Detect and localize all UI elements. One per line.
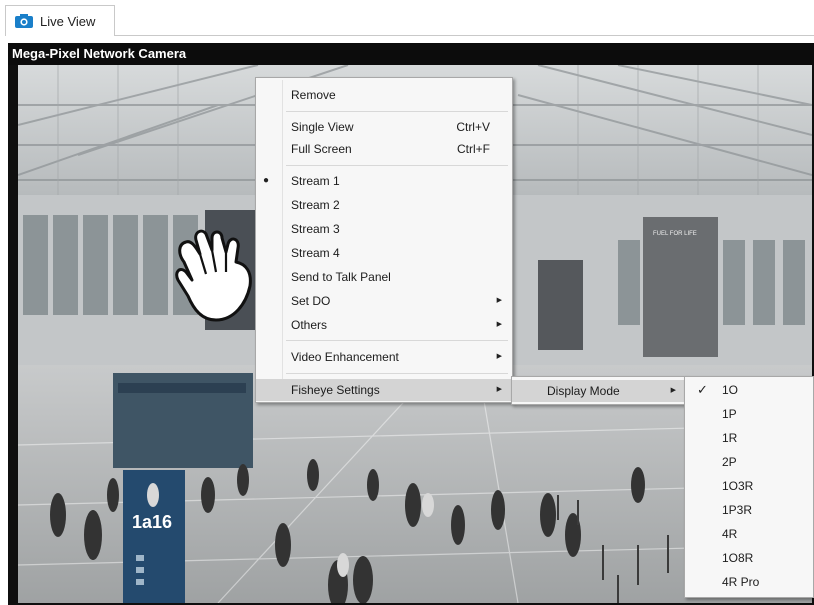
menu-item-label: Set DO	[291, 294, 331, 308]
radio-bullet-icon: ●	[263, 175, 270, 186]
menu-item-label: 1R	[722, 431, 738, 445]
menu-item-single-view[interactable]: Single View Ctrl+V	[256, 116, 512, 138]
menu-item-label: Stream 1	[291, 174, 340, 188]
menu-item-others[interactable]: Others ▶	[256, 314, 512, 336]
banner-text: FUEL FOR LIFE	[653, 231, 697, 237]
menu-item-fisheye-settings[interactable]: Fisheye Settings ▶	[256, 379, 512, 401]
menu-item-label: 1O	[722, 383, 739, 397]
menu-item-set-do[interactable]: Set DO ▶	[256, 290, 512, 312]
menu-separator	[286, 165, 508, 166]
tab-baseline	[115, 35, 814, 36]
menu-item-label: 1P3R	[722, 503, 753, 517]
display-mode-option-1p[interactable]: 1P	[685, 403, 813, 425]
menu-item-label: Stream 3	[291, 222, 340, 236]
display-mode-option-1p3r[interactable]: 1P3R	[685, 499, 813, 521]
menu-item-label: Send to Talk Panel	[291, 270, 391, 284]
menu-item-remove[interactable]: Remove	[256, 84, 512, 106]
submenu-arrow-icon: ▶	[496, 297, 502, 304]
menu-item-label: Stream 2	[291, 198, 340, 212]
fisheye-submenu: Display Mode ▶	[511, 376, 687, 405]
context-menu: Remove Single View Ctrl+V Full Screen Ct…	[255, 77, 513, 403]
menu-item-stream-3[interactable]: Stream 3	[256, 218, 512, 240]
menu-item-label: Stream 4	[291, 246, 340, 260]
menu-item-label: 1O8R	[722, 551, 754, 565]
display-mode-option-4r[interactable]: 4R	[685, 523, 813, 545]
menu-item-shortcut: Ctrl+F	[457, 142, 490, 156]
menu-item-label: 2P	[722, 455, 737, 469]
display-mode-submenu: ✓ 1O 1P 1R 2P 1O3R 1P3R 4R 1O8R 4R Pro	[684, 376, 814, 598]
menu-item-send-to-talk-panel[interactable]: Send to Talk Panel	[256, 266, 512, 288]
menu-item-label: 1P	[722, 407, 737, 421]
submenu-arrow-icon: ▶	[496, 353, 502, 360]
tab-live-view[interactable]: Live View	[5, 5, 115, 36]
menu-item-label: 1O3R	[722, 479, 754, 493]
menu-item-label: 4R	[722, 527, 738, 541]
menu-item-label: Single View	[291, 120, 354, 134]
gate-sign-text: 1a16	[132, 512, 172, 532]
menu-item-label: Display Mode	[547, 384, 620, 398]
display-mode-option-1o3r[interactable]: 1O3R	[685, 475, 813, 497]
menu-item-label: Fisheye Settings	[291, 383, 380, 397]
menu-separator	[286, 111, 508, 112]
tab-strip: Live View	[0, 0, 814, 37]
checkmark-icon: ✓	[697, 382, 708, 397]
menu-item-full-screen[interactable]: Full Screen Ctrl+F	[256, 138, 512, 160]
tab-label: Live View	[40, 13, 96, 29]
menu-separator	[286, 373, 508, 374]
menu-item-display-mode[interactable]: Display Mode ▶	[512, 380, 686, 402]
camera-icon	[15, 14, 33, 28]
submenu-arrow-icon: ▶	[496, 386, 502, 393]
display-mode-option-1o8r[interactable]: 1O8R	[685, 547, 813, 569]
display-mode-option-1o[interactable]: ✓ 1O	[685, 379, 813, 401]
menu-item-label: Video Enhancement	[291, 350, 399, 364]
menu-item-label: Others	[291, 318, 328, 332]
display-mode-option-2p[interactable]: 2P	[685, 451, 813, 473]
menu-item-shortcut: Ctrl+V	[456, 120, 490, 134]
panel-title: Mega-Pixel Network Camera	[8, 43, 814, 65]
menu-item-stream-1[interactable]: ● Stream 1	[256, 170, 512, 192]
menu-item-label: 4R Pro	[722, 575, 760, 589]
submenu-arrow-icon: ▶	[496, 321, 502, 328]
menu-item-stream-2[interactable]: Stream 2	[256, 194, 512, 216]
display-mode-option-4r-pro[interactable]: 4R Pro	[685, 571, 813, 593]
menu-separator	[286, 340, 508, 341]
menu-item-label: Full Screen	[291, 142, 352, 156]
submenu-arrow-icon: ▶	[670, 387, 676, 394]
menu-item-label: Remove	[291, 88, 336, 102]
menu-item-video-enhancement[interactable]: Video Enhancement ▶	[256, 346, 512, 368]
menu-item-stream-4[interactable]: Stream 4	[256, 242, 512, 264]
display-mode-option-1r[interactable]: 1R	[685, 427, 813, 449]
